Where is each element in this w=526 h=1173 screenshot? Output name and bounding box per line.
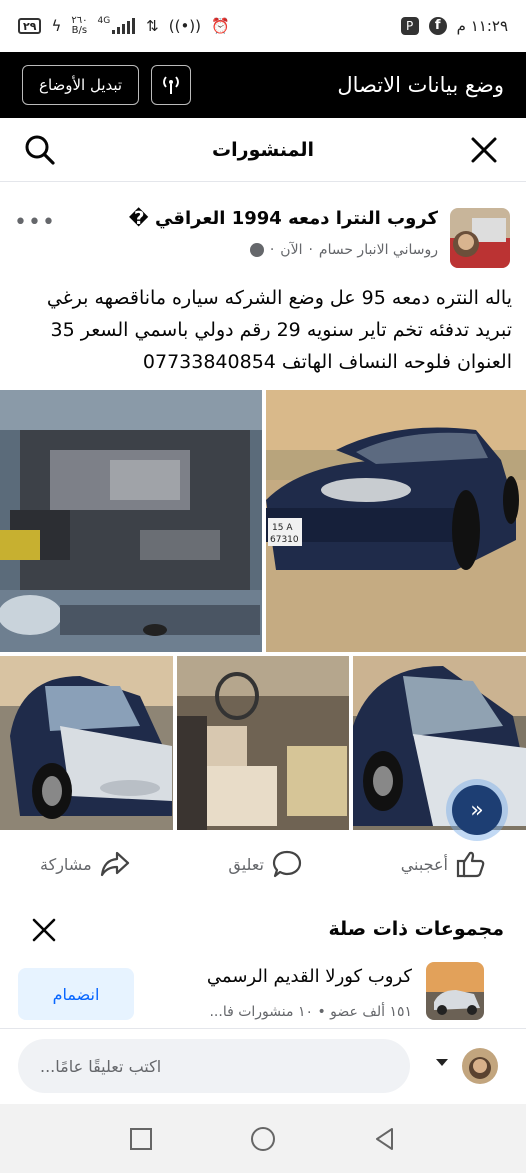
photo-car-side-left[interactable]: [0, 656, 173, 830]
related-group-stats: ١٥١ ألف عضو • ١٠ منشورات فا...: [209, 1004, 412, 1020]
status-right: P f ١١:٢٩ م: [400, 17, 508, 35]
dismiss-related-button[interactable]: [28, 914, 60, 946]
post-time[interactable]: الآن: [280, 242, 302, 258]
comment-composer: اكتب تعليقًا عامًا...: [0, 1028, 526, 1104]
next-photos-button[interactable]: »: [452, 785, 502, 835]
antenna-button[interactable]: [151, 65, 192, 105]
search-icon: [25, 135, 55, 165]
user-avatar[interactable]: [462, 1048, 498, 1084]
comment-button[interactable]: تعليق: [228, 850, 302, 878]
post-meta: روساني الانبار حسام · الآن ·: [249, 242, 438, 258]
like-button[interactable]: أعجبني: [401, 850, 486, 878]
comment-placeholder: اكتب تعليقًا عامًا...: [40, 1056, 162, 1076]
meta-dot: ·: [308, 242, 313, 258]
comment-label: تعليق: [228, 854, 264, 874]
status-left: ٢٩ ϟ ٢٦٠ B/s 4G ⇅ ((•)) ⏰: [18, 16, 230, 36]
double-chevron-icon: »: [470, 797, 484, 823]
posts-header: المنشورات: [0, 118, 526, 182]
related-group-name[interactable]: كروب كورلا القديم الرسمي: [207, 966, 412, 987]
join-group-button[interactable]: انضمام: [18, 968, 134, 1020]
section-divider: [0, 898, 526, 908]
thumbs-up-icon: [456, 851, 485, 878]
battery-level: ٢٩: [23, 19, 37, 33]
status-bar: ٢٩ ϟ ٢٦٠ B/s 4G ⇅ ((•)) ⏰ P f ١١:٢٩ م: [0, 0, 526, 52]
net-speed: ٢٦٠ B/s: [71, 16, 87, 36]
photo-car-front[interactable]: 15 A 67310: [266, 390, 526, 652]
antenna-icon: [163, 76, 180, 94]
data-arrows-icon: ⇅: [146, 17, 159, 35]
more-options-icon[interactable]: •••: [14, 210, 56, 235]
related-group-thumbnail[interactable]: [426, 962, 484, 1020]
post-author[interactable]: روساني الانبار حسام: [319, 242, 438, 258]
comment-input[interactable]: اكتب تعليقًا عامًا...: [18, 1039, 410, 1093]
page-title: المنشورات: [212, 138, 314, 161]
share-button[interactable]: مشاركة: [40, 850, 130, 878]
join-label: انضمام: [52, 984, 100, 1004]
related-groups-title: مجموعات ذات صلة: [328, 918, 504, 940]
battery-icon: ٢٩: [18, 18, 42, 34]
facebook-icon: f: [428, 17, 447, 35]
post-header: كروب النترا دمعه 1994 العراقي � روساني ا…: [0, 200, 526, 272]
group-name[interactable]: كروب النترا دمعه 1994 العراقي �: [129, 208, 438, 229]
like-label: أعجبني: [400, 854, 448, 874]
network-type: 4G: [97, 16, 111, 26]
comment-icon: [272, 850, 302, 878]
post-photos: 15 A 67310: [0, 390, 526, 830]
post-actions: مشاركة تعليق أعجبني: [0, 838, 526, 890]
hotspot-icon: ((•)): [168, 17, 202, 35]
share-icon: [100, 851, 129, 877]
switch-modes-button[interactable]: تبديل الأوضاع: [22, 65, 140, 105]
plate-text-2: 67310: [270, 535, 299, 545]
home-icon[interactable]: [249, 1125, 277, 1153]
close-button[interactable]: [466, 132, 502, 168]
system-nav-bar: [0, 1104, 526, 1173]
data-mode-controls: تبديل الأوضاع: [22, 65, 192, 105]
data-mode-bar: تبديل الأوضاع وضع بيانات الاتصال: [0, 52, 526, 118]
search-button[interactable]: [22, 132, 58, 168]
back-icon[interactable]: [372, 1126, 398, 1152]
globe-icon: [249, 243, 264, 257]
charging-icon: ϟ: [51, 17, 62, 35]
parking-app-icon: P: [400, 17, 419, 35]
recents-icon[interactable]: [128, 1126, 154, 1152]
plate-text-1: 15 A: [272, 523, 293, 533]
alarm-icon: ⏰: [211, 17, 230, 35]
group-avatar[interactable]: [450, 208, 510, 268]
close-icon: [471, 137, 497, 163]
meta-dot: ·: [269, 242, 275, 258]
post-text: ياله النتره دمعه 95 عل وضع الشركه سياره …: [46, 287, 512, 373]
net-speed-unit: B/s: [71, 25, 88, 36]
chevron-down-icon[interactable]: [436, 1059, 448, 1066]
photo-engine[interactable]: [0, 390, 262, 652]
photo-interior[interactable]: [177, 656, 349, 830]
status-time: ١١:٢٩ م: [456, 17, 508, 35]
close-icon: [32, 918, 56, 942]
share-label: مشاركة: [40, 854, 92, 874]
data-mode-title: وضع بيانات الاتصال: [337, 73, 504, 97]
switch-modes-label: تبديل الأوضاع: [39, 76, 123, 94]
signal-icon: 4G: [97, 16, 136, 34]
